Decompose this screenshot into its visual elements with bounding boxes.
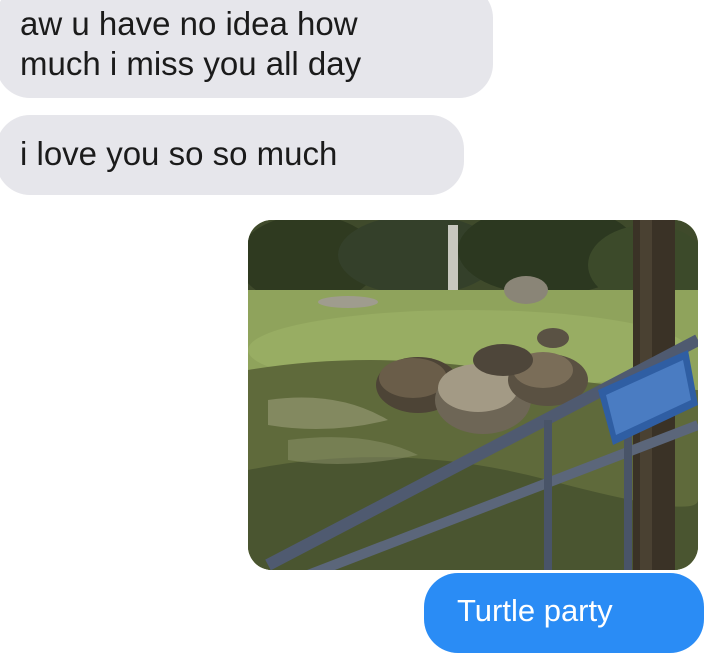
outgoing-photo-attachment[interactable]: [248, 220, 698, 570]
message-text: Turtle party: [457, 593, 613, 628]
tortoise-photo: [248, 220, 698, 570]
incoming-message-bubble[interactable]: aw u have no idea how much i miss you al…: [0, 0, 493, 98]
message-text-line: aw u have no idea how: [20, 5, 358, 42]
message-text-line: much i miss you all day: [20, 45, 362, 82]
message-thread: aw u have no idea how much i miss you al…: [0, 0, 719, 653]
outgoing-message-bubble[interactable]: Turtle party: [424, 573, 704, 653]
incoming-message-bubble[interactable]: i love you so so much: [0, 115, 464, 195]
message-text-line: i love you so so much: [20, 135, 338, 172]
